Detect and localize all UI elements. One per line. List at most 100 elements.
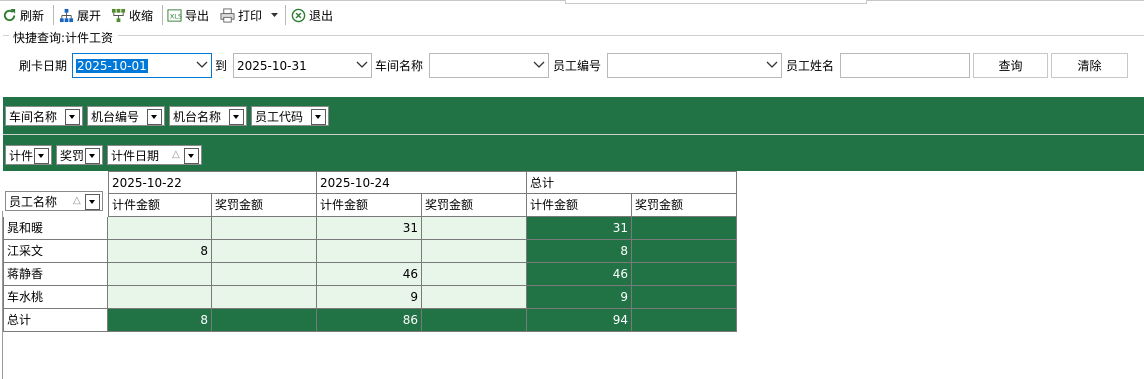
- filter-field-label: 机台编号: [91, 109, 140, 124]
- print-button[interactable]: 打印: [220, 5, 279, 25]
- value-cell[interactable]: [422, 309, 527, 332]
- value-cell[interactable]: [422, 240, 527, 263]
- emp-no-label: 员工编号: [553, 59, 602, 73]
- pivot-left-edge: [0, 97, 3, 171]
- total-value-cell[interactable]: [632, 217, 737, 240]
- export-label: 导出: [185, 8, 210, 23]
- value-cell[interactable]: [422, 263, 527, 286]
- measure-header: 奖罚金额: [422, 194, 527, 217]
- measure-header: 计件金额: [317, 194, 422, 217]
- measure-header: 计件金额: [527, 194, 632, 217]
- query-button[interactable]: 查询: [973, 53, 1048, 78]
- row-header-emp-name[interactable]: 江采文: [3, 240, 108, 263]
- measure-header: 奖罚金额: [632, 194, 737, 217]
- chevron-down-icon[interactable]: [533, 58, 545, 72]
- measure-header: 奖罚金额: [212, 194, 317, 217]
- printer-icon: [220, 7, 235, 23]
- export-button[interactable]: XLS 导出: [167, 5, 209, 25]
- filter-field-emp-code[interactable]: 员工代码: [251, 106, 329, 126]
- toolbar-separator: [162, 5, 163, 25]
- chevron-down-icon[interactable]: [196, 58, 208, 72]
- value-cell[interactable]: [212, 286, 317, 309]
- row-header-emp-name[interactable]: 晁和暖: [3, 217, 108, 240]
- dropdown-icon[interactable]: [311, 109, 326, 125]
- refresh-button[interactable]: 刷新: [2, 5, 44, 25]
- close-circle-icon: [291, 8, 306, 22]
- filter-field-workshop[interactable]: 车间名称: [5, 106, 83, 126]
- column-header-total[interactable]: 总计: [527, 171, 737, 194]
- value-cell[interactable]: [212, 217, 317, 240]
- value-cell[interactable]: [317, 240, 422, 263]
- expand-button[interactable]: 展开: [59, 5, 101, 25]
- exit-button[interactable]: 退出: [291, 5, 333, 25]
- date-from-picker[interactable]: 2025-10-01: [72, 53, 212, 78]
- value-cell[interactable]: [108, 263, 212, 286]
- sort-ascending-icon: △: [73, 195, 81, 206]
- total-value-cell[interactable]: 31: [527, 217, 632, 240]
- query-group-title: 快捷查询:计件工资: [11, 29, 116, 46]
- total-value-cell[interactable]: [632, 263, 737, 286]
- emp-no-select[interactable]: [607, 53, 782, 78]
- total-value-cell[interactable]: 9: [527, 286, 632, 309]
- workshop-select[interactable]: [429, 53, 549, 78]
- dropdown-icon[interactable]: [34, 148, 49, 164]
- sort-ascending-icon: △: [172, 149, 180, 160]
- value-cell[interactable]: 86: [317, 309, 422, 332]
- value-cell[interactable]: [212, 309, 317, 332]
- chevron-down-icon[interactable]: [356, 58, 368, 72]
- value-cell[interactable]: 31: [317, 217, 422, 240]
- workshop-label: 车间名称: [375, 59, 424, 73]
- dropdown-icon[interactable]: [85, 194, 100, 210]
- dropdown-icon[interactable]: [147, 109, 162, 125]
- value-cell[interactable]: [108, 217, 212, 240]
- date-to-picker[interactable]: 2025-10-31: [233, 53, 372, 78]
- total-value-cell[interactable]: 8: [527, 240, 632, 263]
- emp-name-label: 员工姓名: [786, 59, 835, 73]
- total-value-cell[interactable]: [632, 309, 737, 332]
- total-value-cell[interactable]: 94: [527, 309, 632, 332]
- column-field-label: 计件日期: [111, 148, 160, 163]
- emp-name-input[interactable]: [840, 53, 970, 78]
- value-cell[interactable]: [422, 286, 527, 309]
- print-label: 打印: [238, 8, 263, 23]
- filter-field-machine-name[interactable]: 机台名称: [169, 106, 247, 126]
- dropdown-icon[interactable]: [65, 109, 80, 125]
- row-field-label: 员工名称: [9, 194, 58, 209]
- total-row-label[interactable]: 总计: [3, 309, 108, 332]
- collapse-button[interactable]: 收缩: [111, 5, 153, 25]
- date-from-value: 2025-10-01: [76, 59, 148, 73]
- value-cell[interactable]: [422, 217, 527, 240]
- dropdown-icon[interactable]: [85, 148, 100, 164]
- value-cell[interactable]: [108, 286, 212, 309]
- filter-field-label: 员工代码: [255, 109, 304, 124]
- dropdown-icon[interactable]: [229, 109, 244, 125]
- dropdown-icon[interactable]: [184, 148, 199, 164]
- value-cell[interactable]: [212, 240, 317, 263]
- chevron-down-icon[interactable]: [270, 12, 279, 18]
- column-header-date[interactable]: 2025-10-24: [317, 171, 527, 194]
- chevron-down-icon[interactable]: [766, 58, 778, 72]
- grid-left-border: [2, 211, 3, 379]
- total-value-cell[interactable]: 46: [527, 263, 632, 286]
- filter-field-label: 车间名称: [9, 109, 58, 124]
- row-field-emp-name[interactable]: 员工名称 △: [5, 191, 103, 211]
- value-cell[interactable]: 46: [317, 263, 422, 286]
- data-field-reward[interactable]: 奖罚: [56, 145, 103, 165]
- filter-field-machine-no[interactable]: 机台编号: [87, 106, 165, 126]
- column-field-date[interactable]: 计件日期 △: [107, 145, 202, 165]
- value-cell[interactable]: 8: [108, 240, 212, 263]
- total-value-cell[interactable]: [632, 286, 737, 309]
- toolbar-separator: [285, 5, 286, 25]
- value-cell[interactable]: 8: [108, 309, 212, 332]
- value-cell[interactable]: 9: [317, 286, 422, 309]
- value-cell[interactable]: [212, 263, 317, 286]
- total-value-cell[interactable]: [632, 240, 737, 263]
- date-label: 刷卡日期: [19, 59, 68, 73]
- column-header-date[interactable]: 2025-10-22: [108, 171, 317, 194]
- row-header-emp-name[interactable]: 车水桃: [3, 286, 108, 309]
- measure-header: 计件金额: [108, 194, 212, 217]
- row-header-emp-name[interactable]: 蒋静香: [3, 263, 108, 286]
- data-field-piece[interactable]: 计件: [5, 145, 52, 165]
- clear-button[interactable]: 清除: [1051, 53, 1128, 78]
- toolbar-separator: [53, 5, 54, 25]
